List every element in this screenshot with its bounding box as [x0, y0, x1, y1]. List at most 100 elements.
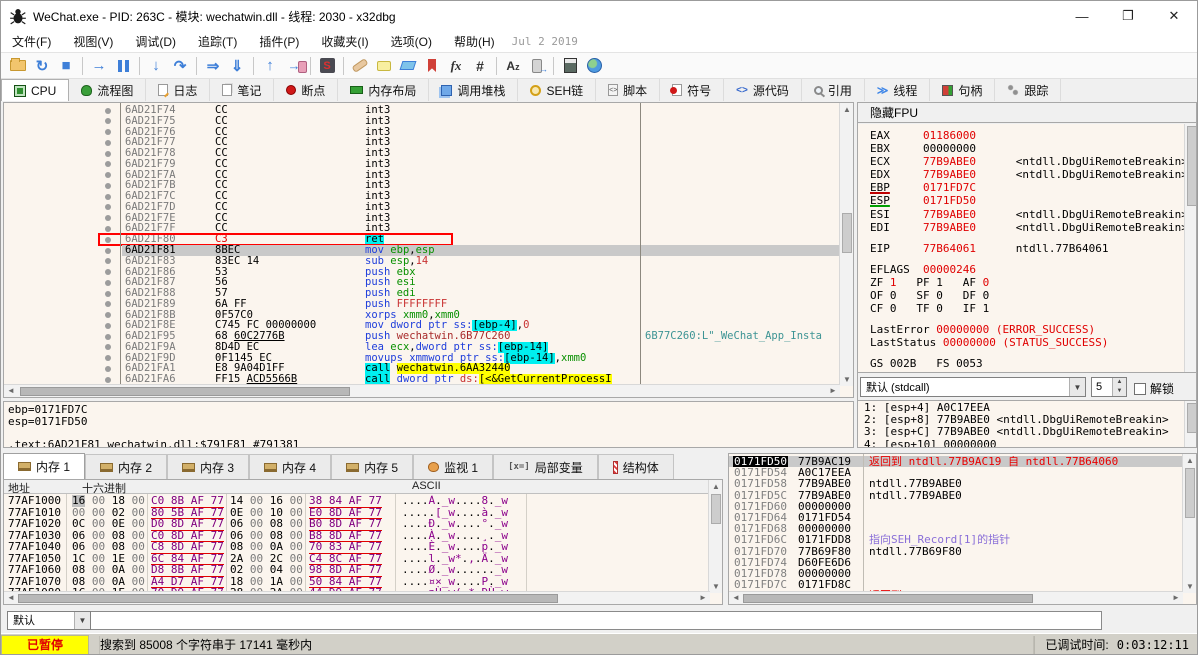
labels-icon[interactable] [396, 55, 420, 77]
maximize-button[interactable]: ❐ [1105, 1, 1151, 31]
font-settings-icon[interactable]: Az [501, 55, 525, 77]
disassembly-panel[interactable]: 6AD21F74CCint36AD21F75CCint36AD21F76CCin… [3, 102, 854, 398]
registers-list[interactable]: EAX 01186000EBX 00000000ECX 77B9ABE0 <nt… [870, 129, 1188, 371]
breakpoint-dot[interactable] [105, 312, 111, 318]
stack-arguments-list[interactable]: 1: [esp+4] A0C17EEA2: [esp+8] 77B9ABE0 <… [864, 402, 1169, 448]
tab-handles[interactable]: 句柄 [930, 79, 995, 101]
breakpoint-dot[interactable] [105, 194, 111, 200]
breakpoint-dot[interactable] [105, 344, 111, 350]
memory-dump-panel[interactable]: 地址 十六进制 ASCII 77AF100016 00 18 00C0 8B A… [3, 479, 723, 605]
tab-callstack[interactable]: 调用堆栈 [429, 79, 518, 101]
menu-item[interactable]: 调试(D) [124, 30, 187, 53]
flags-row[interactable]: ZF 1 PF 1 AF 0 [870, 276, 1188, 289]
dump-tab-struct[interactable]: 结构体 [598, 454, 674, 479]
tab-cpu[interactable]: CPU [1, 79, 69, 101]
arguments-scrollbar[interactable] [1184, 401, 1197, 448]
stack-row[interactable]: 0171FD6C0171FDD8指向SEH_Record[1]的指针 [729, 534, 1183, 545]
breakpoint-dot[interactable] [105, 323, 111, 329]
menu-item[interactable]: 收藏夹(I) [310, 30, 379, 53]
disasm-row[interactable]: 6AD21F75CCint3 [4, 116, 839, 127]
dump-tab-memdump[interactable]: 内存 5 [331, 454, 413, 479]
breakpoint-dot[interactable] [105, 248, 111, 254]
tab-references[interactable]: 引用 [802, 79, 865, 101]
menu-item[interactable]: 插件(P) [248, 30, 310, 53]
breakpoint-dot[interactable] [105, 183, 111, 189]
tab-seh[interactable]: SEH链 [518, 79, 596, 101]
step-out-icon[interactable]: ⇓ [225, 55, 249, 77]
breakpoint-dot[interactable] [105, 355, 111, 361]
tab-memmap[interactable]: 内存布局 [338, 79, 429, 101]
disasm-horizontal-scrollbar[interactable]: ◄ ► [4, 384, 840, 397]
dump-row[interactable]: 77AF104006 00 08 00C8 8D AF 7708 00 0A 0… [4, 541, 700, 553]
step-into-icon[interactable]: ↓ [144, 55, 168, 77]
register-row[interactable]: EFLAGS 00000246 [870, 263, 1188, 276]
breakpoint-dot[interactable] [105, 334, 111, 340]
bookmarks-icon[interactable] [420, 55, 444, 77]
tab-trace[interactable]: 跟踪 [995, 79, 1061, 101]
restart-icon[interactable]: ↻ [30, 55, 54, 77]
run-to-user-code-icon[interactable]: → [282, 55, 306, 77]
execute-till-return-icon[interactable]: ⇒ [201, 55, 225, 77]
breakpoint-dot[interactable] [105, 204, 111, 210]
disasm-comment-divider[interactable] [640, 103, 641, 386]
menu-item[interactable]: 帮助(H) [443, 30, 506, 53]
run-icon[interactable]: → [87, 55, 111, 77]
breakpoint-dot[interactable] [105, 140, 111, 146]
tab-threads[interactable]: ≫线程 [865, 79, 931, 101]
dump-horizontal-scrollbar[interactable]: ◄ ► [4, 591, 710, 604]
tab-script[interactable]: <>脚本 [596, 79, 660, 101]
comments-icon[interactable] [372, 55, 396, 77]
dump-tab-memdump[interactable]: 内存 2 [85, 454, 167, 479]
calling-convention-select[interactable]: 默认 (stdcall) ▼ [860, 377, 1086, 397]
dump-row[interactable]: 77AF106008 00 0A 00D8 8B AF 7702 00 04 0… [4, 564, 700, 576]
breakpoint-dot[interactable] [105, 226, 111, 232]
stack-row[interactable]: 0171FD7C0171FD8C [729, 579, 1183, 590]
title-bar[interactable]: WeChat.exe - PID: 263C - 模块: wechatwin.d… [1, 1, 1197, 31]
register-row[interactable]: ESI 77B9ABE0 <ntdll.DbgUiRemoteBreakin> [870, 208, 1188, 221]
close-button[interactable]: ✕ [1151, 1, 1197, 31]
report-bug-icon[interactable] [525, 55, 549, 77]
dump-vertical-scrollbar[interactable]: ▲ ▼ [708, 480, 722, 593]
patches-icon[interactable] [348, 55, 372, 77]
crc-hash-icon[interactable]: # [468, 55, 492, 77]
dump-row[interactable]: 77AF10200C 00 0E 00D0 8D AF 7706 00 08 0… [4, 518, 700, 530]
unlock-checkbox[interactable]: 解锁 [1134, 380, 1174, 397]
pause-icon[interactable] [111, 55, 135, 77]
spin-up-icon[interactable]: ▲ [1113, 378, 1126, 387]
dump-tab-locals[interactable]: [x=]局部变量 [493, 454, 598, 479]
calculator-icon[interactable] [558, 55, 582, 77]
spin-down-icon[interactable]: ▼ [1113, 387, 1126, 396]
tab-breakpoints[interactable]: 断点 [274, 79, 338, 101]
checkbox-box[interactable] [1134, 383, 1146, 395]
breakpoint-dot[interactable] [105, 258, 111, 264]
open-file-icon[interactable] [6, 55, 30, 77]
stack-vertical-scrollbar[interactable]: ▲ ▼ [1182, 454, 1196, 593]
register-row[interactable]: EDI 77B9ABE0 <ntdll.DbgUiRemoteBreakin> [870, 221, 1188, 234]
tab-log[interactable]: 日志 [146, 79, 210, 101]
donate-globe-icon[interactable] [582, 55, 606, 77]
breakpoint-dot[interactable] [105, 161, 111, 167]
hide-fpu-button[interactable]: 隐藏FPU [858, 103, 1196, 123]
menu-item[interactable]: 文件(F) [1, 30, 62, 53]
disasm-row[interactable]: 6AD21F8383EC 14sub esp,14 [4, 256, 839, 267]
menu-item[interactable]: 视图(V) [62, 30, 124, 53]
minimize-button[interactable]: — [1059, 1, 1105, 31]
tab-graph[interactable]: 流程图 [69, 79, 146, 101]
stack-panel[interactable]: 0171FD5077B9AC19返回到 ntdll.77B9AC19 自 ntd… [728, 453, 1197, 605]
register-row[interactable]: EIP 77B64061 ntdll.77B64061 [870, 242, 1188, 255]
flags-row[interactable]: OF 0 SF 0 DF 0 [870, 289, 1188, 302]
tab-symbols[interactable]: 符号 [660, 79, 724, 101]
command-input[interactable] [44, 611, 1102, 630]
tab-source[interactable]: <>源代码 [724, 79, 802, 101]
disasm-column-divider[interactable] [120, 103, 121, 386]
disasm-vertical-scrollbar[interactable]: ▲ ▼ [839, 103, 853, 386]
register-row[interactable]: EAX 01186000 [870, 129, 1188, 142]
breakpoint-dot[interactable] [105, 377, 111, 383]
breakpoint-dot[interactable] [105, 269, 111, 275]
register-row[interactable]: ECX 77B9ABE0 <ntdll.DbgUiRemoteBreakin> [870, 155, 1188, 168]
dump-tab-memdump[interactable]: 内存 4 [249, 454, 331, 479]
dump-tab-memdump[interactable]: 内存 3 [167, 454, 249, 479]
menu-item[interactable]: 追踪(T) [187, 30, 248, 53]
step-over-icon[interactable]: ↷ [168, 55, 192, 77]
register-row[interactable]: LastStatus 00000000 (STATUS_SUCCESS) [870, 336, 1188, 349]
